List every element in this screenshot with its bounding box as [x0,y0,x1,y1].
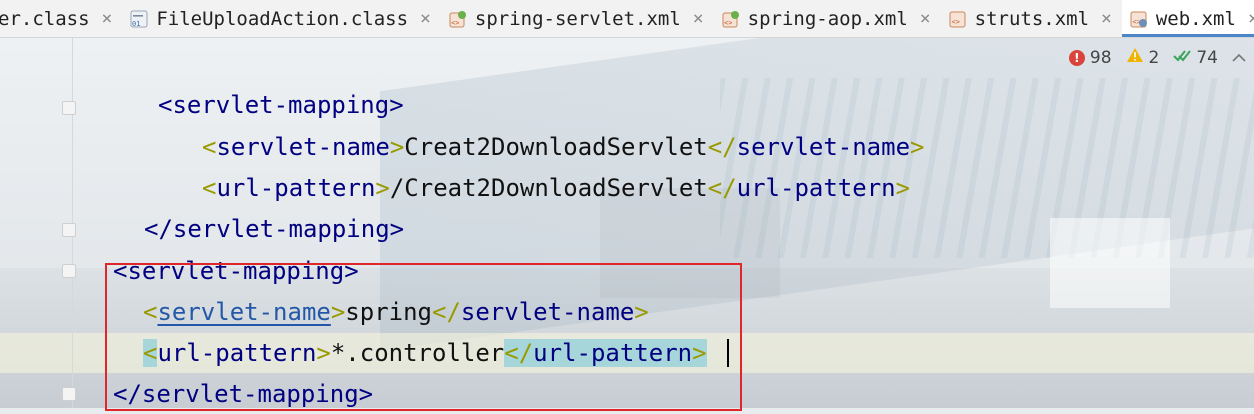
bracket: > [895,174,911,202]
tab-spring-aop-xml[interactable]: <> spring-aop.xml × [714,0,941,37]
svg-text:<>: <> [951,18,959,26]
warning-icon [1126,47,1144,68]
tab-struts-xml[interactable]: <> struts.xml × [941,0,1122,37]
fold-toggle-icon[interactable] [62,387,76,401]
tab-label: FileUploadAction.class [156,7,409,30]
bracket: </ [144,215,173,243]
close-icon[interactable]: × [420,8,431,29]
bracket: > [389,215,405,243]
chevron-up-icon[interactable] [1232,48,1246,67]
errors-count-value: 98 [1089,47,1112,68]
code-line-3[interactable]: <url-pattern>/Creat2DownloadServlet</url… [202,168,910,208]
xml-tag: url-pattern [216,174,376,202]
errors-count[interactable]: ! 98 [1068,47,1112,68]
bracket: < [158,91,173,119]
xml-tag: url-pattern [736,174,896,202]
tag-value: Creat2DownloadServlet [404,133,708,161]
code-line-4[interactable]: </servlet-mapping> [144,209,404,249]
error-icon: ! [1068,49,1085,66]
weak-warnings-count[interactable]: 74 [1173,47,1218,68]
tag-value: /Creat2DownloadServlet [389,174,708,202]
code-line-1[interactable]: <servlet-mapping> [158,85,404,125]
spring-xml-icon: <> [722,10,740,28]
tab-er-class[interactable]: er.class × [0,0,122,37]
bracket: > [389,133,405,161]
editor-gutter [0,38,76,408]
editor-tab-bar: er.class × 01 FileUploadAction.class × <… [0,0,1254,38]
code-line-2[interactable]: <servlet-name>Creat2DownloadServlet</ser… [202,127,924,167]
bracket: > [375,174,390,202]
warnings-count-value: 2 [1148,47,1160,68]
web-xml-icon: <> [1130,10,1148,28]
fold-toggle-icon[interactable] [62,223,76,237]
svg-text:01: 01 [132,20,140,28]
tab-spring-servlet-xml[interactable]: <> spring-servlet.xml × [441,0,714,37]
bracket: > [910,133,925,161]
tab-fileuploadaction-class[interactable]: 01 FileUploadAction.class × [122,0,441,37]
warnings-count[interactable]: 2 [1126,47,1160,68]
weak-warnings-count-value: 74 [1196,47,1218,68]
line-marker [0,55,6,69]
close-icon[interactable]: × [693,8,704,29]
spring-xml-icon: <> [449,10,467,28]
bracket: </ [707,133,737,161]
tab-web-xml[interactable]: <> web.xml × [1121,0,1254,37]
tab-label: struts.xml [974,7,1090,30]
svg-text:<>: <> [724,19,732,27]
inspection-widget[interactable]: ! 98 2 74 [1068,47,1246,68]
bracket: < [202,174,217,202]
close-icon[interactable]: × [1248,8,1254,29]
fold-toggle-icon[interactable] [62,101,76,115]
tab-label: spring-servlet.xml [474,7,681,30]
fold-toggle-icon[interactable] [62,264,76,278]
bracket: </ [707,174,737,202]
annotation-highlight-box [105,263,742,411]
tab-label: web.xml [1155,7,1236,30]
close-icon[interactable]: × [1101,8,1112,29]
bracket: < [202,133,217,161]
close-icon[interactable]: × [102,8,113,29]
double-check-icon [1173,47,1192,68]
xml-tag: servlet-name [216,133,390,161]
xml-tag: servlet-name [736,133,911,161]
xml-tag: servlet-mapping [172,91,390,119]
xml-tag: servlet-mapping [172,215,390,243]
bracket: > [389,91,404,119]
close-icon[interactable]: × [920,8,931,29]
class-file-icon: 01 [130,10,148,28]
xml-file-icon: <> [949,10,967,28]
tab-label: er.class [0,7,90,30]
svg-text:<>: <> [451,19,459,27]
tab-label: spring-aop.xml [747,7,908,30]
